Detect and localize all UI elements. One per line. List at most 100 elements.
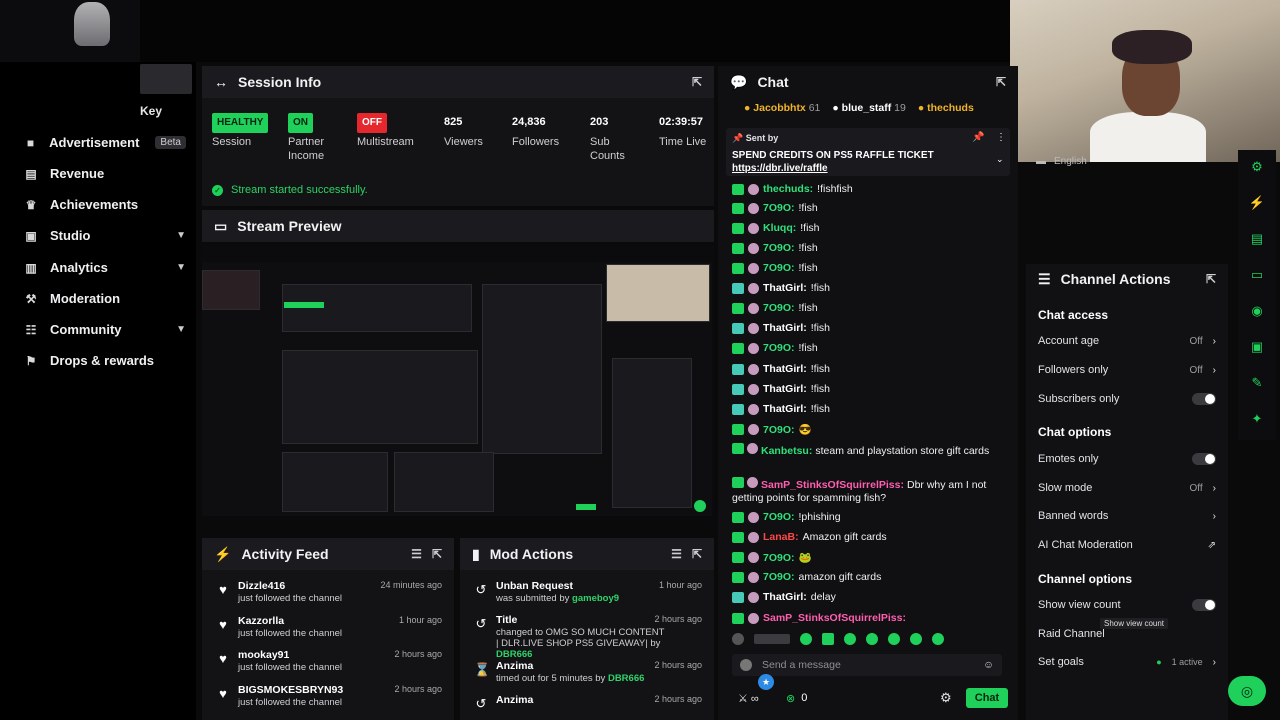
chat-message[interactable]: 7O9O: !fish	[732, 302, 818, 314]
chat-message[interactable]: 7O9O: !phishing	[732, 511, 841, 523]
chat-username[interactable]: thechuds:	[763, 183, 813, 195]
account-age-row[interactable]: Account age Off ›	[1038, 333, 1216, 349]
list-item[interactable]: ↺ Unban Request was submitted by gameboy…	[460, 580, 714, 614]
emotes-only-toggle[interactable]	[1192, 453, 1216, 465]
sidebar-item-achievements[interactable]: ♛ Achievements	[24, 197, 186, 212]
ai-chat-moderation-row[interactable]: AI Chat Moderation ⇗	[1038, 537, 1216, 553]
emote-icon[interactable]	[888, 633, 900, 645]
popout-icon[interactable]: ⇱	[1206, 272, 1216, 286]
chat-message[interactable]: 7O9O: !fish	[732, 342, 818, 354]
chat-message[interactable]: 7O9O: 🐸	[732, 551, 812, 564]
channel-points[interactable]: ⊗ 0	[786, 692, 807, 705]
emote-icon[interactable]	[732, 633, 744, 645]
layout-icon[interactable]: ▣	[1248, 338, 1266, 356]
chat-message[interactable]: Kanbetsu: steam and playstation store gif…	[732, 443, 989, 458]
chat-username[interactable]: ThatGirl:	[763, 403, 807, 415]
mod-actor[interactable]: DBR666	[608, 673, 644, 684]
list-item[interactable]: ↺ Anzima 2 hours ago	[460, 694, 714, 720]
pin-icon[interactable]: 📌	[972, 132, 984, 143]
emote-icon[interactable]	[910, 633, 922, 645]
list-item[interactable]: ♥ Kazzorlla just followed the channel 1 …	[202, 615, 454, 649]
chat-username[interactable]: 7O9O:	[763, 202, 795, 214]
pinned-message[interactable]: 📌 Sent by 📌 ⋮ SPEND CREDITS ON PS5 RAFFL…	[726, 128, 1010, 176]
infinity-icon[interactable]: ⚔ ∞	[738, 692, 759, 705]
raid-channel-row[interactable]: Raid Channel	[1038, 626, 1216, 642]
followers-only-row[interactable]: Followers only Off ›	[1038, 362, 1216, 378]
chat-username[interactable]: 7O9O:	[763, 262, 795, 274]
settings-gear-icon[interactable]: ⚙	[940, 690, 952, 706]
list-item[interactable]: ♥ mookay91 just followed the channel 2 h…	[202, 649, 454, 683]
chat-message[interactable]: 7O9O: !fish	[732, 202, 818, 214]
top-chatter[interactable]: ● thechuds	[918, 102, 974, 114]
chat-username[interactable]: 7O9O:	[763, 342, 795, 354]
chat-username[interactable]: ThatGirl:	[763, 383, 807, 395]
sidebar-item-moderation[interactable]: ⚒ Moderation	[24, 291, 186, 306]
chat-username[interactable]: ThatGirl:	[763, 591, 807, 603]
emoji-icon[interactable]: ☺	[983, 659, 994, 671]
emote-icon[interactable]	[822, 633, 834, 645]
broadcast-icon[interactable]: ◉	[1248, 302, 1266, 320]
chat-message[interactable]: 7O9O: amazon gift cards	[732, 571, 881, 583]
chat-username[interactable]: LanaB:	[763, 531, 799, 543]
chat-username[interactable]: SamP_StinksOfSquirrelPiss:	[761, 479, 904, 491]
chat-message[interactable]: 7O9O: 😎	[732, 423, 812, 436]
chat-username[interactable]: 7O9O:	[763, 571, 795, 583]
sidebar-item-advertisement[interactable]: ■ Advertisement Beta	[24, 135, 186, 150]
chat-message[interactable]: SamP_StinksOfSquirrelPiss:	[732, 612, 910, 624]
logo[interactable]	[0, 0, 140, 62]
chat-username[interactable]: 7O9O:	[763, 552, 795, 564]
puzzle-icon[interactable]: ✦	[1248, 410, 1266, 428]
popout-icon[interactable]: ⇱	[692, 75, 702, 89]
filter-icon[interactable]: ☰	[671, 547, 682, 561]
arrows-icon[interactable]: ↔	[214, 74, 228, 90]
stream-preview-video[interactable]	[202, 262, 712, 516]
chat-send-button[interactable]: Chat	[966, 688, 1008, 708]
chat-username[interactable]: 7O9O:	[763, 242, 795, 254]
sidebar-item-community[interactable]: ☷ Community ▼	[24, 322, 186, 337]
popout-icon[interactable]: ⇱	[692, 547, 702, 561]
sidebar-highlight[interactable]	[140, 64, 192, 94]
emote-icon[interactable]	[866, 633, 878, 645]
emote-icon[interactable]	[844, 633, 856, 645]
more-icon[interactable]: ⋮	[996, 132, 1006, 143]
filter-icon[interactable]: ☰	[411, 547, 422, 561]
list-item[interactable]: ⌛ Anzima timed out for 5 minutes by DBR6…	[460, 660, 714, 694]
chat-message[interactable]: ThatGirl: delay	[732, 591, 836, 603]
help-chat-button[interactable]: ◎	[1228, 676, 1266, 706]
chat-username[interactable]: SamP_StinksOfSquirrelPiss:	[763, 612, 906, 624]
list-item[interactable]: ♥ BIGSMOKESBRYN93 just followed the chan…	[202, 684, 454, 718]
language-select[interactable]: ▬ English	[1036, 156, 1087, 167]
chat-username[interactable]: Kanbetsu:	[761, 445, 812, 457]
chat-message[interactable]: ThatGirl: !fish	[732, 383, 830, 395]
popout-icon[interactable]: ⇱	[432, 547, 442, 561]
slow-mode-row[interactable]: Slow mode Off ›	[1038, 480, 1216, 496]
document-icon[interactable]: ▤	[1248, 230, 1266, 248]
subscribers-only-row[interactable]: Subscribers only	[1038, 391, 1216, 407]
set-goals-row[interactable]: Set goals ● 1 active ›	[1038, 654, 1216, 670]
emote-icon[interactable]	[800, 633, 812, 645]
emote-icon[interactable]	[754, 634, 790, 644]
chat-username[interactable]: Kluqq:	[763, 222, 796, 234]
chat-message[interactable]: Kluqq: !fish	[732, 222, 820, 234]
chat-message[interactable]: ThatGirl: !fish	[732, 363, 830, 375]
chat-icon[interactable]: ▭	[1248, 266, 1266, 284]
chevron-down-icon[interactable]: ⌄	[996, 154, 1004, 165]
list-item[interactable]: ↺ Title changed to OMG SO MUCH CONTENT |…	[460, 614, 714, 660]
chat-message[interactable]: 7O9O: !fish	[732, 262, 818, 274]
banned-words-row[interactable]: Banned words ›	[1038, 508, 1216, 524]
chat-username[interactable]: ThatGirl:	[763, 282, 807, 294]
chat-username[interactable]: 7O9O:	[763, 424, 795, 436]
list-item[interactable]: ♥ Dizzle416 just followed the channel 24…	[202, 580, 454, 614]
chat-message[interactable]: ThatGirl: !fish	[732, 322, 830, 334]
chat-username[interactable]: 7O9O:	[763, 511, 795, 523]
sidebar-item-studio[interactable]: ▣ Studio ▼	[24, 228, 186, 243]
chat-message[interactable]: ThatGirl: !fish	[732, 403, 830, 415]
sidebar-item-revenue[interactable]: ▤ Revenue	[24, 166, 186, 181]
chat-message[interactable]: 7O9O: !fish	[732, 242, 818, 254]
chat-message[interactable]: thechuds: !fishfish	[732, 183, 853, 195]
show-view-count-toggle[interactable]	[1192, 599, 1216, 611]
popout-icon[interactable]: ⇱	[996, 75, 1006, 89]
wrench-icon[interactable]: ✎	[1248, 374, 1266, 392]
sidebar-item-drops[interactable]: ⚑ Drops & rewards	[24, 353, 186, 368]
chat-message[interactable]: SamP_StinksOfSquirrelPiss: Dbr why am I n…	[732, 477, 1002, 505]
